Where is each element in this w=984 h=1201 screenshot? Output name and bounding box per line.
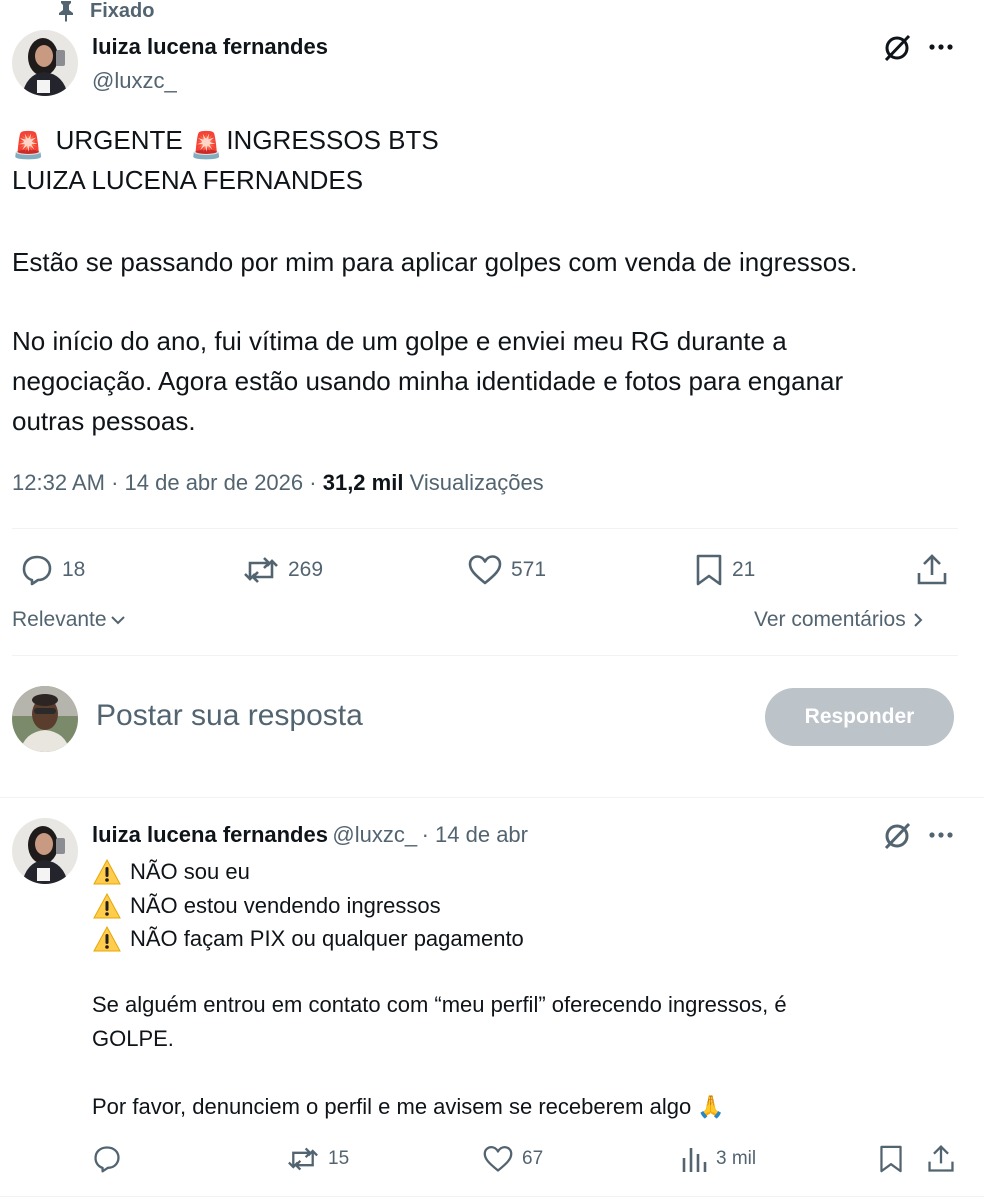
views-count: 31,2 mil bbox=[322, 470, 404, 495]
repost-count: 15 bbox=[328, 1148, 350, 1169]
repost-icon bbox=[286, 1144, 320, 1174]
tweet-line-6: outras pessoas. bbox=[12, 406, 196, 436]
grok-icon[interactable] bbox=[882, 33, 912, 63]
bookmark-icon bbox=[694, 553, 724, 587]
tweet-date[interactable]: 14 de abr de 2026 bbox=[125, 470, 304, 495]
siren-emoji: 🚨 bbox=[12, 130, 45, 160]
views-label: Visualizações bbox=[409, 470, 544, 495]
divider bbox=[0, 797, 984, 798]
reply-action[interactable]: 18 bbox=[20, 553, 85, 587]
sort-label: Relevante bbox=[12, 608, 107, 631]
divider bbox=[12, 528, 958, 529]
warning-icon bbox=[92, 925, 122, 953]
repost-action[interactable]: 269 bbox=[242, 553, 323, 587]
divider bbox=[0, 1196, 984, 1197]
pinned-label: Fixado bbox=[90, 0, 155, 22]
tweet-line-5: negociação. Agora estão usando minha ide… bbox=[12, 366, 844, 396]
chevron-down-icon bbox=[109, 613, 127, 627]
warning-line: NÃO estou vendendo ingressos bbox=[92, 889, 441, 923]
reply-date[interactable]: 14 de abr bbox=[435, 822, 528, 847]
like-action[interactable]: 67 bbox=[482, 1144, 543, 1174]
chevron-right-icon bbox=[912, 611, 924, 629]
like-count: 571 bbox=[511, 558, 547, 581]
tweet-line-3: Estão se passando por mim para aplicar g… bbox=[12, 247, 858, 277]
reply-count: 18 bbox=[62, 558, 86, 581]
warning-icon bbox=[92, 858, 122, 886]
see-comments-link[interactable]: Ver comentários bbox=[754, 608, 924, 632]
views-action[interactable]: 3 mil bbox=[680, 1144, 756, 1174]
see-comments-label: Ver comentários bbox=[754, 608, 906, 631]
heart-icon bbox=[467, 553, 503, 587]
like-count: 67 bbox=[522, 1148, 544, 1169]
like-action[interactable]: 571 bbox=[467, 553, 546, 587]
bookmark-icon[interactable] bbox=[878, 1144, 904, 1174]
reply-submit-button[interactable]: Responder bbox=[765, 688, 954, 746]
tweet-line-1: 🚨 URGENTE 🚨 INGRESSOS BTS bbox=[12, 120, 439, 165]
heart-icon bbox=[482, 1144, 514, 1174]
analytics-icon bbox=[680, 1144, 708, 1174]
current-user-avatar[interactable] bbox=[12, 686, 78, 752]
author-avatar[interactable] bbox=[12, 30, 78, 96]
sort-dropdown[interactable]: Relevante bbox=[12, 608, 127, 632]
views-count: 3 mil bbox=[716, 1148, 757, 1169]
reply-author-name[interactable]: luiza lucena fernandes bbox=[92, 822, 328, 847]
reply-author-handle[interactable]: @luxzc_ bbox=[332, 822, 417, 847]
reply-icon bbox=[20, 553, 54, 587]
pin-icon bbox=[56, 0, 76, 22]
more-options-icon[interactable] bbox=[928, 40, 954, 54]
author-name[interactable]: luiza lucena fernandes bbox=[92, 34, 328, 60]
reply-author-avatar[interactable] bbox=[12, 818, 78, 884]
author-handle[interactable]: @luxzc_ bbox=[92, 68, 177, 94]
bookmark-action[interactable]: 21 bbox=[694, 553, 755, 587]
reply-header: luiza lucena fernandes @luxzc_ · 14 de a… bbox=[92, 822, 528, 847]
more-options-icon[interactable] bbox=[928, 828, 954, 842]
reply-paragraph-line: Se alguém entrou em contato com “meu per… bbox=[92, 992, 787, 1017]
share-icon[interactable] bbox=[915, 553, 949, 587]
pinned-indicator: Fixado bbox=[56, 0, 154, 22]
divider bbox=[12, 655, 958, 656]
repost-action[interactable]: 15 bbox=[286, 1144, 349, 1174]
bookmark-count: 21 bbox=[732, 558, 756, 581]
warning-line: NÃO sou eu bbox=[92, 855, 250, 889]
reply-action[interactable] bbox=[92, 1144, 122, 1174]
repost-icon bbox=[242, 553, 280, 587]
reply-paragraph-line: Por favor, denunciem o perfil e me avise… bbox=[92, 1094, 725, 1119]
grok-icon[interactable] bbox=[882, 821, 912, 851]
reply-paragraph-line: GOLPE. bbox=[92, 1026, 174, 1051]
warning-icon bbox=[92, 892, 122, 920]
praying-hands-emoji: 🙏 bbox=[697, 1094, 725, 1119]
tweet-line-2: LUIZA LUCENA FERNANDES bbox=[12, 165, 364, 195]
tweet-line-4: No início do ano, fui vítima de um golpe… bbox=[12, 326, 787, 356]
reply-input[interactable]: Postar sua resposta bbox=[96, 699, 363, 733]
repost-count: 269 bbox=[288, 558, 324, 581]
tweet-meta: 12:32 AM · 14 de abr de 2026 · 31,2 mil … bbox=[12, 470, 544, 495]
share-icon[interactable] bbox=[926, 1144, 956, 1174]
tweet-time[interactable]: 12:32 AM bbox=[12, 470, 105, 495]
siren-emoji: 🚨 bbox=[189, 130, 223, 160]
warning-line: NÃO façam PIX ou qualquer pagamento bbox=[92, 922, 524, 956]
